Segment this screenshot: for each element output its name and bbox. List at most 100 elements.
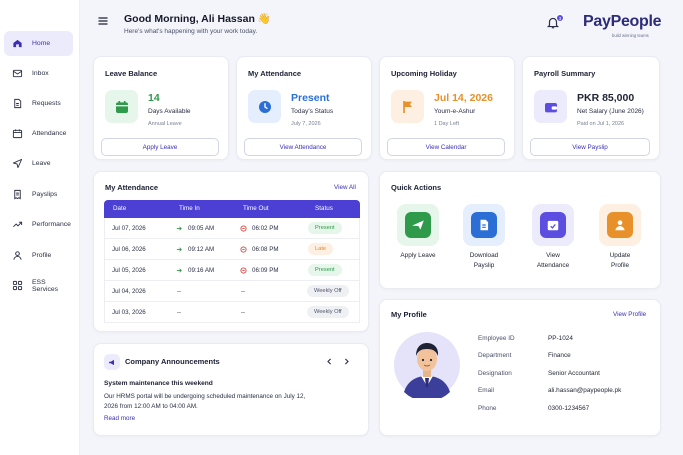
time-in-cell: 09:12 AM bbox=[188, 246, 215, 253]
time-in-cell: -- bbox=[177, 309, 182, 316]
profile-label: Department bbox=[478, 352, 512, 359]
profile-value: PP-1024 bbox=[548, 335, 573, 342]
quick-action-view-attendance[interactable]: View Attendance bbox=[526, 204, 580, 271]
airplane-icon bbox=[412, 220, 424, 230]
chart-icon bbox=[13, 221, 23, 228]
apply-leave-button[interactable]: Apply Leave bbox=[101, 138, 219, 156]
arrow-in-icon bbox=[176, 268, 182, 273]
card-title: My Attendance bbox=[248, 69, 302, 78]
read-more-link[interactable]: Read more bbox=[104, 415, 135, 422]
time-out-cell: 06:02 PM bbox=[252, 225, 279, 232]
sidebar-item-home[interactable]: Home bbox=[4, 31, 73, 56]
table-row[interactable]: Jul 03, 2026 -- -- Weekly Off bbox=[104, 302, 360, 323]
table-row[interactable]: Jul 04, 2026 -- -- Weekly Off bbox=[104, 281, 360, 302]
sidebar-item-label: ESS Services bbox=[32, 278, 59, 293]
quick-action-update-profile[interactable]: Update Profile bbox=[593, 204, 647, 271]
arrow-in-icon bbox=[176, 226, 182, 231]
header: Good Morning, Ali Hassan 👋 Here's what's… bbox=[80, 0, 683, 50]
user-icon bbox=[13, 251, 22, 260]
clock-out-icon bbox=[240, 225, 247, 232]
notification-badge: 3 bbox=[556, 14, 564, 22]
quick-action-apply-leave[interactable]: Apply Leave bbox=[391, 204, 445, 261]
sidebar-item-performance[interactable]: Performance bbox=[4, 212, 73, 237]
date-cell: Jul 06, 2026 bbox=[112, 246, 146, 253]
document-icon bbox=[14, 98, 22, 109]
table-row[interactable]: Jul 07, 2026 09:05 AM 06:02 PM Present bbox=[104, 218, 360, 239]
quick-action-label: Update Profile bbox=[609, 252, 631, 269]
calendar-icon bbox=[105, 90, 138, 123]
sidebar: Home Inbox Requests Attendance Leave Pay… bbox=[0, 0, 80, 455]
sidebar-item-attendance[interactable]: Attendance bbox=[4, 121, 73, 146]
view-profile-link[interactable]: View Profile bbox=[613, 311, 646, 318]
sidebar-item-inbox[interactable]: Inbox bbox=[4, 61, 73, 86]
status-badge: Present bbox=[308, 222, 342, 234]
status-badge: Late bbox=[308, 243, 334, 255]
view-payslip-button[interactable]: View Payslip bbox=[530, 138, 650, 156]
clock-out-icon bbox=[240, 267, 247, 274]
view-all-link[interactable]: View All bbox=[334, 184, 356, 191]
quick-actions-card: Quick Actions Apply Leave Download Paysl… bbox=[379, 171, 661, 289]
table-row[interactable]: Jul 05, 2026 09:16 AM 06:09 PM Present bbox=[104, 260, 360, 281]
hamburger-menu-icon[interactable] bbox=[97, 15, 109, 27]
profile-label: Phone bbox=[478, 405, 497, 412]
sidebar-item-ess-services[interactable]: ESS Services bbox=[4, 273, 73, 298]
sidebar-item-label: Attendance bbox=[32, 130, 67, 137]
sidebar-item-label: Home bbox=[32, 40, 51, 47]
time-out-cell: -- bbox=[241, 309, 246, 316]
time-out-cell: 06:09 PM bbox=[252, 267, 279, 274]
greeting-subtitle: Here's what's happening with your work t… bbox=[124, 28, 258, 35]
card-title: My Attendance bbox=[105, 183, 159, 192]
chevron-left-icon[interactable] bbox=[325, 357, 334, 366]
sidebar-item-label: Inbox bbox=[32, 70, 49, 77]
megaphone-icon bbox=[104, 354, 120, 370]
my-attendance-card: My Attendance Present Today's Status Jul… bbox=[236, 56, 372, 160]
column-header: Date bbox=[113, 205, 127, 212]
sidebar-item-label: Profile bbox=[32, 252, 52, 259]
user-icon bbox=[615, 220, 625, 231]
view-attendance-button[interactable]: View Attendance bbox=[244, 138, 362, 156]
avatar bbox=[394, 332, 460, 398]
status-badge: Weekly Off bbox=[307, 306, 349, 318]
wallet-icon bbox=[534, 90, 567, 123]
profile-value: 0300-1234567 bbox=[548, 405, 590, 412]
card-title: Payroll Summary bbox=[534, 69, 596, 78]
time-out-cell: 06:08 PM bbox=[252, 246, 279, 253]
time-in-cell: 09:05 AM bbox=[188, 225, 215, 232]
table-row[interactable]: Jul 06, 2026 09:12 AM 06:08 PM Late bbox=[104, 239, 360, 260]
grid-icon bbox=[12, 280, 23, 291]
net-salary-desc: Net Salary (June 2026) bbox=[577, 108, 644, 115]
leave-balance-card: Leave Balance 14 Days Available Annual L… bbox=[93, 56, 229, 160]
calendar-icon bbox=[12, 129, 23, 139]
quick-action-label: Apply Leave bbox=[400, 252, 436, 259]
quick-action-download-payslip[interactable]: Download Payslip bbox=[457, 204, 511, 271]
view-calendar-button[interactable]: View Calendar bbox=[387, 138, 505, 156]
sidebar-item-requests[interactable]: Requests bbox=[4, 91, 73, 116]
chevron-right-icon[interactable] bbox=[342, 357, 351, 366]
leave-type: Annual Leave bbox=[148, 121, 182, 127]
sidebar-item-label: Payslips bbox=[32, 191, 58, 198]
column-header: Time In bbox=[179, 205, 200, 212]
status-badge: Weekly Off bbox=[307, 285, 349, 297]
sidebar-item-leave[interactable]: Leave bbox=[4, 151, 73, 176]
time-in-cell: -- bbox=[177, 288, 182, 295]
file-icon bbox=[480, 219, 489, 231]
card-title: Leave Balance bbox=[105, 69, 158, 78]
date-cell: Jul 05, 2026 bbox=[112, 267, 146, 274]
profile-label: Employee ID bbox=[478, 335, 515, 342]
attendance-table-card: My Attendance View All Date Time In Time… bbox=[93, 171, 369, 332]
paid-on-date: Paid on Jul 1, 2026 bbox=[577, 121, 625, 127]
date-cell: Jul 07, 2026 bbox=[112, 225, 146, 232]
quick-action-label: Download Payslip bbox=[469, 252, 499, 269]
sidebar-item-payslips[interactable]: Payslips bbox=[4, 182, 73, 207]
column-header: Status bbox=[315, 205, 333, 212]
profile-label: Email bbox=[478, 387, 494, 394]
sidebar-item-profile[interactable]: Profile bbox=[4, 243, 73, 268]
profile-label: Designation bbox=[478, 370, 512, 377]
payroll-summary-card: Payroll Summary PKR 85,000 Net Salary (J… bbox=[522, 56, 660, 160]
attendance-status-desc: Today's Status bbox=[291, 108, 334, 115]
flag-icon bbox=[391, 90, 424, 123]
date-cell: Jul 03, 2026 bbox=[112, 309, 146, 316]
calendar-check-icon bbox=[547, 220, 559, 231]
announcements-card: Company Announcements System maintenance… bbox=[93, 343, 369, 436]
sidebar-item-label: Requests bbox=[32, 100, 61, 107]
